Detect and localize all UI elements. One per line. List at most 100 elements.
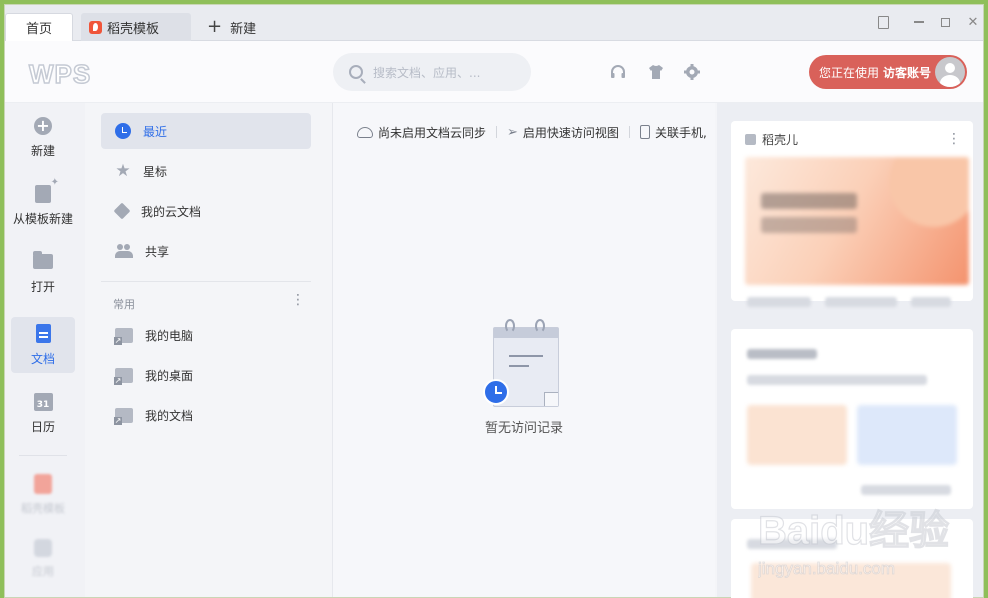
clock-icon	[115, 123, 131, 139]
toolbar-label: 启用快速访问视图	[522, 125, 619, 140]
blurred-text	[747, 539, 837, 549]
rail-item-documents[interactable]: 文档	[11, 317, 75, 373]
blurred-text	[911, 297, 951, 307]
nav-item-label: 星标	[143, 164, 168, 179]
toolbar-separator	[496, 126, 498, 138]
nav-section-title: 常用	[113, 298, 135, 311]
plus-icon: +	[207, 16, 223, 37]
toolbar-separator	[628, 126, 630, 138]
blurred-text	[861, 485, 951, 495]
new-tab-button[interactable]: + 新建	[207, 13, 256, 41]
rail-item-label: 文档	[30, 351, 55, 366]
nav-item-starred[interactable]: ★ 星标	[101, 153, 311, 189]
close-icon: ✕	[967, 14, 979, 30]
nav-item-label: 我的桌面	[145, 368, 194, 383]
computer-shortcut-icon	[114, 327, 133, 345]
main-content: 尚未启用文档云同步 ➢ 启用快速访问视图 关联手机, 暂无访问记录	[333, 103, 715, 597]
header: WPS 搜索文档、应用、... 您正在使用 访客账号	[5, 41, 983, 103]
promo-banner[interactable]	[745, 157, 969, 285]
nav-item-label: 共享	[145, 244, 170, 259]
nav-item-label: 最近	[143, 124, 168, 139]
tab-docer-label: 稻壳模板	[107, 21, 160, 37]
wps-logo: WPS	[28, 58, 92, 90]
blurred-text	[747, 349, 817, 359]
search-input[interactable]: 搜索文档、应用、...	[333, 53, 531, 91]
phone-icon	[639, 125, 650, 139]
nav-item-my-computer[interactable]: 我的电脑	[101, 317, 311, 353]
desktop-shortcut-icon	[114, 367, 133, 385]
left-rail: + 新建 从模板新建 打开 文档 31 日历 稻壳模板 应用	[5, 103, 85, 597]
rail-item-label: 稻壳模板	[21, 502, 65, 515]
rail-item-label: 打开	[30, 279, 55, 294]
ring-icon	[535, 319, 545, 333]
people-icon	[115, 244, 133, 258]
minimize-button[interactable]	[911, 13, 927, 31]
account-prefix: 您正在使用	[819, 65, 880, 80]
right-panel: 稻壳儿 ⋮	[717, 103, 983, 598]
rail-item-label: 新建	[30, 143, 55, 158]
plus-circle-icon: +	[34, 116, 52, 135]
maximize-icon	[940, 17, 950, 27]
template-icon	[35, 177, 59, 203]
rail-item-apps[interactable]: 应用	[11, 535, 75, 583]
docer-icon	[34, 474, 52, 494]
blurred-text	[747, 375, 927, 385]
tab-home-label: 首页	[25, 22, 52, 37]
rail-item-label: 从模板新建	[12, 211, 73, 226]
nav-item-label: 我的电脑	[145, 328, 194, 343]
nav-item-my-documents[interactable]: 我的文档	[101, 397, 311, 433]
document-icon	[35, 324, 51, 343]
search-placeholder: 搜索文档、应用、...	[373, 65, 481, 80]
docer-small-icon	[745, 133, 756, 145]
rail-item-open[interactable]: 打开	[11, 245, 75, 301]
rail-item-docer[interactable]: 稻壳模板	[11, 471, 75, 519]
close-button[interactable]: ✕	[965, 13, 981, 31]
quick-access-button[interactable]: ➢ 启用快速访问视图	[507, 124, 619, 141]
card-header: 稻壳儿	[731, 121, 973, 157]
tab-home[interactable]: 首页	[5, 13, 73, 41]
more-options-icon[interactable]: ⋮	[291, 293, 305, 307]
account-button[interactable]: 您正在使用 访客账号	[809, 55, 967, 89]
folder-shortcut-icon	[114, 407, 133, 425]
nav-divider	[101, 281, 311, 282]
toolbar-label: 关联手机,	[654, 125, 707, 140]
folder-open-icon	[33, 251, 53, 269]
minimize-icon	[914, 21, 924, 23]
cloud-sync-button[interactable]: 尚未启用文档云同步	[357, 124, 486, 141]
clock-icon	[483, 379, 509, 405]
account-name: 访客账号	[883, 65, 932, 80]
empty-state-text: 暂无访问记录	[484, 421, 563, 436]
maximize-button[interactable]	[937, 13, 953, 31]
nav-item-recent[interactable]: 最近	[101, 113, 311, 149]
nav-item-label: 我的云文档	[141, 204, 202, 219]
rail-item-from-template[interactable]: 从模板新建	[11, 177, 75, 233]
blurred-thumbnail	[751, 563, 951, 598]
device-mode-button[interactable]	[875, 13, 891, 31]
paper-plane-icon: ➢	[507, 124, 518, 140]
rail-item-calendar[interactable]: 31 日历	[11, 385, 75, 441]
settings-gear-icon[interactable]	[683, 63, 701, 81]
link-phone-button[interactable]: 关联手机,	[639, 124, 707, 141]
device-icon	[877, 15, 889, 29]
card-title: 稻壳儿	[762, 132, 799, 147]
empty-state-illustration	[483, 319, 559, 409]
star-icon: ★	[115, 161, 131, 181]
apps-icon	[34, 539, 52, 557]
search-icon	[349, 65, 363, 79]
skin-shirt-icon[interactable]	[647, 63, 665, 81]
rail-item-new[interactable]: + 新建	[11, 109, 75, 165]
nav-item-cloud-docs[interactable]: 我的云文档	[101, 193, 311, 229]
blurred-card	[731, 329, 973, 509]
nav-item-shared[interactable]: 共享	[101, 233, 311, 269]
title-bar: 首页 稻壳模板 + 新建 ✕	[5, 5, 983, 41]
docer-card: 稻壳儿 ⋮	[731, 121, 973, 307]
more-options-icon[interactable]: ⋮	[947, 131, 961, 147]
tab-docer-templates[interactable]: 稻壳模板	[81, 13, 191, 41]
rail-item-label: 日历	[30, 419, 55, 434]
rail-item-label: 应用	[32, 565, 54, 578]
docer-logo-icon	[89, 20, 102, 34]
main-toolbar: 尚未启用文档云同步 ➢ 启用快速访问视图 关联手机,	[357, 123, 715, 141]
avatar	[935, 57, 965, 87]
nav-item-my-desktop[interactable]: 我的桌面	[101, 357, 311, 393]
headset-icon[interactable]	[609, 63, 627, 81]
